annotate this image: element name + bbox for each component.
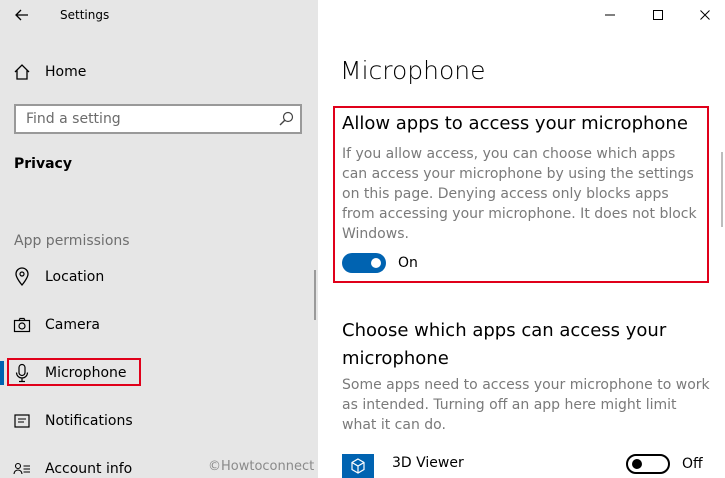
sidebar-item-camera[interactable]: Camera (0, 307, 318, 343)
notifications-icon (12, 411, 32, 431)
highlight-box (7, 358, 141, 386)
home-icon (12, 62, 32, 82)
main-scrollbar[interactable] (721, 152, 723, 227)
3d-viewer-toggle[interactable] (626, 454, 670, 474)
3d-viewer-icon (342, 454, 374, 478)
sidebar-item-label: Notifications (45, 413, 133, 429)
location-icon (12, 267, 32, 287)
choose-description: Some apps need to access your microphone… (342, 377, 710, 433)
search-input[interactable]: Find a setting (14, 104, 302, 134)
toggle-knob (371, 258, 381, 268)
sidebar: Settings Home Find a setting Privacy App… (0, 0, 318, 478)
minimize-icon (605, 14, 615, 16)
sidebar-scrollbar[interactable] (314, 270, 316, 320)
toggle-state-label: On (398, 255, 418, 271)
close-icon (700, 10, 710, 20)
app-name: 3D Viewer (392, 455, 464, 471)
sidebar-item-label: Camera (45, 317, 100, 333)
allow-access-toggle[interactable] (342, 253, 386, 273)
sidebar-item-home[interactable]: Home (0, 54, 318, 90)
minimize-button[interactable] (595, 4, 625, 26)
toggle-knob (632, 459, 642, 469)
sidebar-item-notifications[interactable]: Notifications (0, 403, 318, 439)
section-title: Privacy (14, 156, 72, 172)
sidebar-item-label: Location (45, 269, 105, 285)
app-title: Settings (60, 8, 110, 22)
back-button[interactable] (10, 2, 34, 28)
sidebar-item-label: Home (45, 64, 87, 80)
account-info-icon (12, 459, 32, 478)
sidebar-item-label: Account info (45, 461, 133, 477)
close-button[interactable] (690, 4, 720, 26)
sidebar-item-location[interactable]: Location (0, 259, 318, 295)
group-label: App permissions (14, 233, 130, 249)
search-placeholder: Find a setting (26, 111, 121, 127)
search-icon (279, 111, 294, 126)
page-title: Microphone (340, 56, 486, 85)
choose-heading: Choose which apps can access your microp… (342, 320, 667, 369)
maximize-icon (653, 10, 663, 20)
watermark: ©Howtoconnect (208, 459, 315, 474)
back-arrow-icon (15, 9, 28, 21)
allow-description: If you allow access, you can choose whic… (342, 146, 697, 242)
allow-heading: Allow apps to access your microphone (342, 113, 688, 134)
toggle-state-label: Off (682, 456, 703, 472)
maximize-button[interactable] (643, 4, 673, 26)
camera-icon (12, 315, 32, 335)
